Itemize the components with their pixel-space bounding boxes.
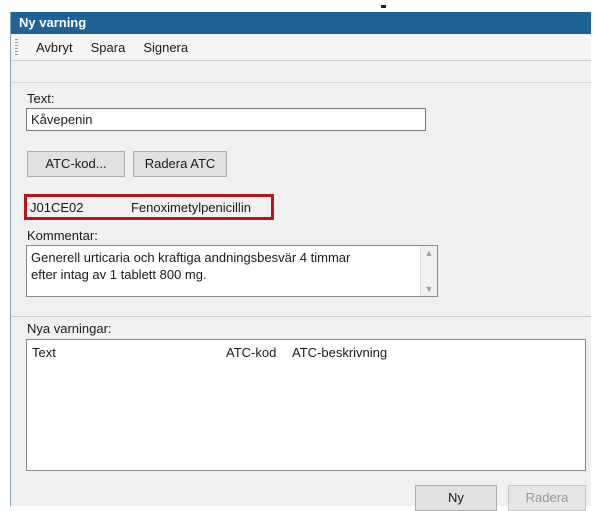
sign-button[interactable]: Signera — [135, 38, 196, 57]
delete-atc-button[interactable]: Radera ATC — [133, 151, 227, 177]
delete-button[interactable]: Radera — [508, 485, 586, 511]
new-warnings-label: Nya varningar: — [27, 321, 112, 336]
comment-scrollbar[interactable]: ▲ ▼ — [420, 246, 437, 296]
new-button[interactable]: Ny — [415, 485, 497, 511]
new-warnings-list[interactable]: Text ATC-kod ATC-beskrivning — [26, 339, 586, 471]
toolbar: Avbryt Spara Signera — [11, 34, 591, 61]
cancel-button[interactable]: Avbryt — [28, 38, 81, 57]
text-field-label: Text: — [27, 91, 55, 106]
atc-highlight-box — [24, 194, 274, 220]
save-button[interactable]: Spara — [83, 38, 134, 57]
column-header-atc-description[interactable]: ATC-beskrivning — [292, 345, 387, 360]
column-header-atc-code[interactable]: ATC-kod — [226, 345, 276, 360]
column-header-text[interactable]: Text — [32, 345, 56, 360]
comment-text: Generell urticaria och kraftiga andnings… — [31, 250, 351, 282]
window-title: Ny varning — [11, 12, 591, 34]
scroll-up-icon[interactable]: ▲ — [421, 248, 437, 258]
warning-form: Text: Kåvepenin ATC-kod... Radera ATC J0… — [11, 82, 591, 315]
atc-code-button[interactable]: ATC-kod... — [27, 151, 125, 177]
toolbar-grip-icon[interactable] — [15, 39, 18, 55]
scroll-down-icon[interactable]: ▼ — [421, 284, 437, 294]
dialog-window: Ny varning Avbryt Spara Signera Text: Kå… — [10, 12, 591, 511]
stray-mark — [381, 5, 386, 8]
comment-label: Kommentar: — [27, 228, 98, 243]
text-input-value: Kåvepenin — [31, 112, 93, 127]
new-warnings-section: Nya varningar: Text ATC-kod ATC-beskrivn… — [11, 316, 591, 511]
comment-textarea[interactable]: Generell urticaria och kraftiga andnings… — [26, 245, 438, 297]
text-input[interactable]: Kåvepenin — [26, 108, 426, 131]
